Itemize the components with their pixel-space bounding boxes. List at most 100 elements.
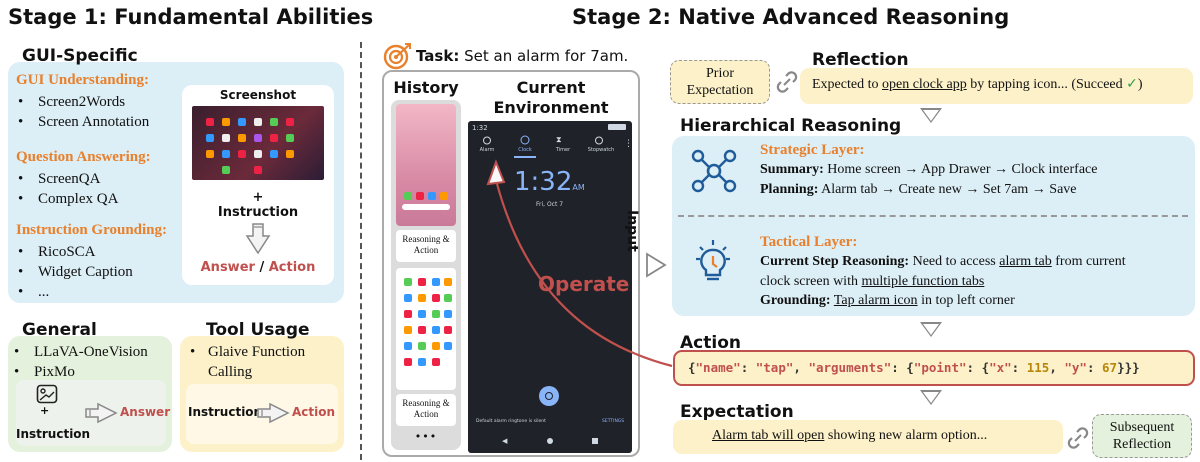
history-reasoning-action-2: Reasoning & Action [396,394,456,426]
link-icon [1067,427,1089,449]
list-item: LLaVA-OneVision [12,342,148,362]
code-value-y: 67 [1102,360,1118,375]
down-triangle-icon [920,390,942,405]
code-key-arguments: "arguments" [808,360,892,375]
reflection-post: by tapping icon... (Succeed [966,77,1127,92]
action-label: Action [292,405,336,419]
right-arrow-icon [257,402,290,424]
code-comma: , [793,360,809,375]
task-text: Set an alarm for 7am. [464,47,629,65]
grounding-underlined: Tap alarm icon [833,293,918,308]
nav-recents-icon[interactable] [592,438,598,444]
link-icon [776,71,798,93]
grounding-label: Grounding: [760,293,831,308]
list-item: ScreenQA [16,169,118,189]
down-arrow-icon [245,223,271,255]
list-item-text: Glaive Function Calling [208,344,306,380]
down-triangle-icon [920,108,942,123]
history-app-drawer-screenshot [396,268,456,390]
csr-u2: multiple function tabs [861,274,985,289]
hierarchical-title: Hierarchical Reasoning [680,116,902,136]
instruction-label: Instruction [16,427,91,441]
stage-divider [360,42,362,460]
tactical-csr-line2: clock screen with multiple function tabs [760,274,984,290]
expectation-post: showing new alarm option... [824,428,988,443]
stage1-title: Stage 1: Fundamental Abilities [8,5,374,29]
code-colon: : [740,360,756,375]
csr-u1: alarm tab [999,254,1052,269]
plus-sign: + [252,190,264,205]
reflection-text: Expected to open clock app by tapping ic… [812,76,1143,93]
question-answering-list: ScreenQA Complex QA [16,169,118,209]
code-colon: : [1011,360,1027,375]
stopwatch-icon[interactable] [594,135,604,145]
summary-label: Summary: [760,162,824,177]
current-environment-label: Current Environment [493,78,609,117]
battery-icon [608,124,626,130]
planning-label: Planning: [760,182,819,197]
code-colon: : { [966,360,990,375]
slash: / [254,260,269,275]
tool-usage-item: • Glaive Function Calling [186,342,336,382]
footer-text: Default alarm ringtone is silent [476,419,546,424]
alarm-icon[interactable] [482,135,492,145]
tool-usage-title: Tool Usage [206,320,310,340]
prior-expectation-box: Prior Expectation [670,60,770,104]
instruction-label: Instruction [217,205,299,220]
tactical-grounding: Grounding: Tap alarm icon in top left co… [760,293,1015,309]
code-brace: { [688,360,696,375]
operate-label: Operate [538,272,630,296]
history-label: History [393,78,459,97]
plus-sign: + [40,404,50,417]
strategic-summary: Summary: Home screen → App Drawer → Cloc… [760,162,1097,178]
answer-action-output: Answer / Action [182,260,334,275]
reflection-close: ) [1137,77,1143,92]
answer-label: Answer [120,405,171,419]
tactical-csr-line1: Current Step Reasoning: Need to access a… [760,254,1126,270]
code-colon: : { [891,360,914,375]
layer-divider [678,215,1188,217]
gui-specific-title: GUI-Specific [22,46,138,66]
action-code: {"name": "tap", "arguments": {"point": {… [688,360,1140,375]
history-reasoning-action-1: Reasoning & Action [396,230,456,262]
nav-back-icon[interactable]: ◀ [502,437,507,445]
list-item: Complex QA [16,189,118,209]
csr-pre: Need to access [912,254,1000,269]
general-title: General [22,320,97,340]
task-label: Task: [416,47,460,65]
history-home-screenshot [396,104,456,226]
clock-icon[interactable] [520,135,530,145]
right-arrow-icon [85,402,118,424]
reflection-pre: Expected to [812,77,882,92]
action-label: Action [268,260,316,275]
csr-line2-pre: clock screen with [760,274,862,289]
screenshot-label: Screenshot [219,88,297,102]
world-clock-fab[interactable] [539,386,559,406]
strategic-layer-title: Strategic Layer: [760,142,865,158]
input-label: Input [624,210,640,252]
csr-label: Current Step Reasoning: [760,254,910,269]
list-item: RicoSCA [16,242,133,262]
bullet: • [190,344,196,360]
nav-home-icon[interactable] [547,438,553,444]
grounding-post: in top left corner [917,293,1015,308]
more-menu-icon[interactable]: ⋮ [624,139,633,149]
code-value-tap: "tap" [755,360,794,375]
status-time: 1:32 [472,124,488,132]
settings-link[interactable]: SETTINGS [602,419,624,424]
input-arrow-icon [646,252,667,278]
list-item: Widget Caption [16,262,133,282]
list-item: Screen2Words [16,92,149,112]
gui-understanding-list: Screen2Words Screen Annotation [16,92,149,132]
history-more-ellipsis: ••• [414,430,438,443]
planning-text: Alarm tab → Create new → Set 7am → Save [821,182,1077,197]
gui-understanding-heading: GUI Understanding: [16,72,149,88]
code-colon: : [1086,360,1103,375]
code-brace: }}} [1117,360,1140,375]
csr-mid: from current [1051,254,1126,269]
code-value-x: 115 [1026,360,1050,375]
instruction-grounding-list: RicoSCA Widget Caption ... [16,242,133,302]
strategic-planning: Planning: Alarm tab → Create new → Set 7… [760,182,1077,198]
timer-icon[interactable]: ⧗ [556,135,562,145]
instruction-grounding-heading: Instruction Grounding: [16,222,168,238]
